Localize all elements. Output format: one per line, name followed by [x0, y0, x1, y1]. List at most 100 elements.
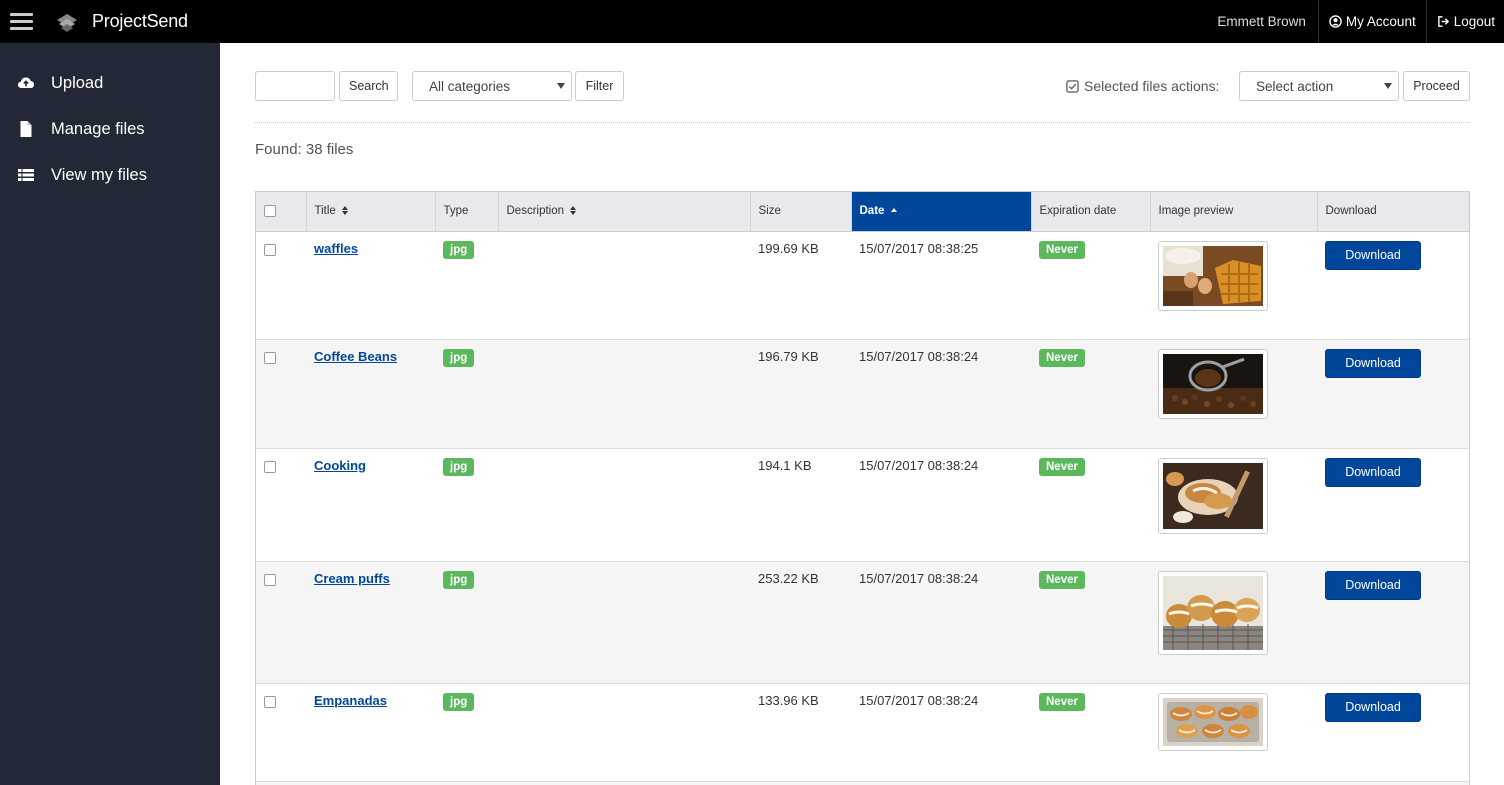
- selected-files-actions-label: Selected files actions:: [1084, 78, 1220, 94]
- file-title-link[interactable]: waffles: [314, 241, 358, 256]
- table-row: Empanadas jpg 133.96 KB 15/07/2017 08:38…: [256, 683, 1469, 782]
- file-size: 133.96 KB: [750, 683, 851, 782]
- column-header-download: Download: [1317, 192, 1469, 232]
- image-preview-thumbnail[interactable]: [1158, 348, 1268, 419]
- expiration-badge: Never: [1039, 570, 1085, 589]
- file-icon: [20, 121, 32, 137]
- row-checkbox[interactable]: [264, 695, 276, 708]
- category-select[interactable]: All categories: [412, 71, 572, 101]
- download-button[interactable]: Download: [1325, 457, 1421, 487]
- sort-icon: [570, 206, 577, 216]
- expiration-badge: Never: [1039, 457, 1085, 476]
- table-row: Cream puffs jpg 253.22 KB 15/07/2017 08:…: [256, 561, 1469, 684]
- chevron-down-icon: [1384, 83, 1392, 89]
- toolbar: Search All categories Filter Selected fi…: [255, 71, 1470, 101]
- column-header-label: Date: [859, 205, 885, 218]
- files-table: Title Type Description Size Date Expirat…: [255, 191, 1470, 785]
- search-input[interactable]: [255, 71, 335, 101]
- expiration-badge: Never: [1039, 240, 1085, 259]
- row-checkbox[interactable]: [264, 243, 276, 256]
- list-icon: [18, 169, 34, 181]
- column-header-expiration: Expiration date: [1031, 192, 1151, 232]
- file-description: [498, 683, 750, 782]
- column-header-title[interactable]: Title: [306, 192, 436, 232]
- found-count: Found: 38 files: [255, 141, 354, 158]
- column-header-label: Title: [314, 205, 336, 218]
- logout-link[interactable]: Logout: [1427, 0, 1504, 43]
- file-title-link[interactable]: Cooking: [314, 458, 366, 473]
- search-button[interactable]: Search: [339, 71, 398, 101]
- download-button[interactable]: Download: [1325, 240, 1421, 270]
- file-date: 15/07/2017 08:38:24: [851, 448, 1031, 562]
- file-type-badge: jpg: [443, 240, 475, 259]
- image-preview-thumbnail[interactable]: [1158, 570, 1268, 655]
- sidebar-item-label: View my files: [51, 165, 147, 184]
- selected-files-actions: Selected files actions:: [1066, 71, 1219, 101]
- my-account-link[interactable]: My Account: [1319, 0, 1427, 43]
- file-date: 15/07/2017 08:38:24: [851, 339, 1031, 449]
- table-row: [256, 781, 1469, 785]
- filter-button[interactable]: Filter: [575, 71, 624, 101]
- file-description: [498, 561, 750, 684]
- file-size: 194.1 KB: [750, 448, 851, 562]
- column-header-date[interactable]: Date: [851, 192, 1032, 232]
- file-type-badge: jpg: [443, 570, 475, 589]
- table-row: Cooking jpg 194.1 KB 15/07/2017 08:38:24…: [256, 448, 1469, 562]
- file-title-link[interactable]: Cream puffs: [314, 571, 390, 586]
- waffles-image: [1163, 245, 1263, 306]
- image-preview-thumbnail[interactable]: [1158, 692, 1268, 751]
- image-preview-thumbnail[interactable]: [1158, 457, 1268, 534]
- row-checkbox[interactable]: [264, 573, 276, 586]
- file-size: 196.79 KB: [750, 339, 851, 449]
- file-description: [498, 231, 750, 340]
- cooking-image: [1163, 462, 1263, 529]
- file-type-badge: jpg: [443, 457, 475, 476]
- category-select-value: All categories: [429, 78, 511, 94]
- empanadas-image: [1163, 697, 1263, 746]
- my-account-label: My Account: [1345, 14, 1416, 29]
- download-button[interactable]: Download: [1325, 348, 1421, 378]
- file-title-link[interactable]: Empanadas: [314, 693, 387, 708]
- hamburger-menu-icon[interactable]: [0, 0, 43, 43]
- download-button[interactable]: Download: [1325, 570, 1421, 600]
- top-bar: ProjectSend Emmett Brown My Account Logo…: [0, 0, 1504, 43]
- divider: [255, 122, 1470, 123]
- download-button[interactable]: Download: [1325, 692, 1421, 722]
- projectsend-logo-icon: [57, 13, 77, 32]
- coffee-beans-image: [1163, 353, 1263, 414]
- select-all-checkbox[interactable]: [264, 205, 276, 218]
- column-header-description[interactable]: Description: [498, 192, 751, 232]
- logout-label: Logout: [1453, 14, 1495, 29]
- user-name: Emmett Brown: [1205, 0, 1319, 43]
- file-type-badge: jpg: [443, 692, 475, 711]
- column-header-label: Description: [506, 205, 565, 218]
- file-date: 15/07/2017 08:38:24: [851, 683, 1031, 782]
- file-title-link[interactable]: Coffee Beans: [314, 349, 397, 364]
- sidebar-item-view-my-files[interactable]: View my files: [0, 152, 220, 198]
- chevron-down-icon: [557, 83, 565, 89]
- file-size: 253.22 KB: [750, 561, 851, 684]
- main-content: Search All categories Filter Selected fi…: [220, 43, 1504, 785]
- image-preview-thumbnail[interactable]: [1158, 240, 1268, 311]
- bulk-action-select-value: Select action: [1256, 78, 1334, 94]
- sidebar-item-upload[interactable]: Upload: [0, 60, 220, 106]
- sidebar-item-label: Manage files: [51, 119, 145, 138]
- brand[interactable]: ProjectSend: [55, 10, 188, 34]
- column-header-size: Size: [750, 192, 852, 232]
- bulk-action-select[interactable]: Select action: [1239, 71, 1399, 101]
- table-row: waffles jpg 199.69 KB 15/07/2017 08:38:2…: [256, 231, 1469, 340]
- sidebar-item-manage-files[interactable]: Manage files: [0, 106, 220, 152]
- sort-icon: [342, 206, 349, 216]
- user-circle-icon: [1329, 15, 1342, 28]
- file-description: [498, 448, 750, 562]
- sidebar: Upload Manage files View my files: [0, 43, 220, 785]
- file-date: 15/07/2017 08:38:24: [851, 561, 1031, 684]
- row-checkbox[interactable]: [264, 460, 276, 473]
- expiration-badge: Never: [1039, 692, 1085, 711]
- row-checkbox[interactable]: [264, 351, 276, 364]
- select-all-header: [256, 192, 307, 232]
- proceed-button[interactable]: Proceed: [1403, 71, 1470, 101]
- file-size: 199.69 KB: [750, 231, 851, 340]
- sort-asc-icon: [890, 208, 897, 213]
- column-header-preview: Image preview: [1150, 192, 1318, 232]
